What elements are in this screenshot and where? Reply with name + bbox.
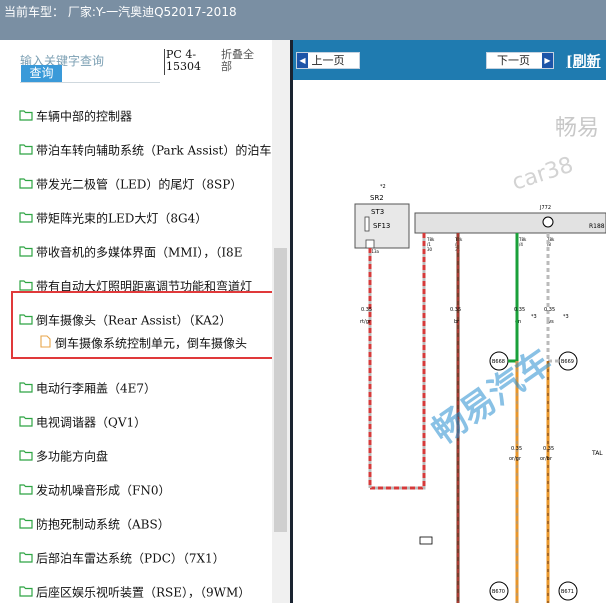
tree-item[interactable]: 带矩阵光束的LED大灯（8G4）: [19, 207, 277, 229]
tree-item-label: 多功能方向盘: [36, 449, 109, 464]
collapse-all-button[interactable]: 折叠全部: [221, 49, 261, 73]
wire-gauge-5: 0.35: [511, 446, 522, 452]
prev-page-label: 上一页: [311, 54, 345, 67]
watermark-1: 畅易: [555, 116, 599, 141]
junction-b670: B670: [492, 589, 505, 595]
tree-item-label: 后座区娱乐视听装置（RSE），（9WM）: [36, 585, 251, 600]
folder-icon: [19, 480, 33, 502]
search-button[interactable]: 查询: [21, 65, 62, 82]
tree-item[interactable]: 带泊车转向辅助系统（Park Assist）的泊车: [19, 139, 277, 161]
prev-page-button[interactable]: ◀ 上一页: [296, 52, 360, 69]
pc-label: PC 4-15304: [166, 48, 201, 73]
pin-b1: 30: [427, 247, 433, 252]
tree-item-label: 车辆中部的控制器: [36, 109, 133, 124]
right-arrow-icon: ▶: [542, 53, 553, 68]
wire-star-b: *3: [563, 314, 569, 320]
tree-item-label: 带矩阵光束的LED大灯（8G4）: [36, 211, 208, 226]
next-page-button[interactable]: 下一页 ▶: [486, 52, 554, 69]
folder-icon: [19, 412, 33, 434]
wire-gauge-2: 0.35: [450, 307, 461, 313]
wire-gauge-4: 0.35: [544, 307, 555, 313]
tree-item-label: 电动行李厢盖（4E7）: [36, 381, 157, 396]
wire-color-6: or/br: [540, 456, 553, 462]
tree-item-label: 带收音机的多媒体界面（MMI），（I8E: [36, 245, 243, 260]
folder-icon: [19, 548, 33, 570]
scrollbar-thumb[interactable]: [274, 248, 287, 532]
tree-item[interactable]: 后部泊车雷达系统（PDC）（7X1）: [19, 547, 277, 569]
tree-item-label: 防抱死制动系统（ABS）: [36, 517, 170, 532]
divider: [164, 49, 165, 75]
tree-item[interactable]: 带收音机的多媒体界面（MMI），（I8E: [19, 241, 277, 263]
tree-item[interactable]: 带发光二极管（LED）的尾灯（8SP）: [19, 173, 277, 195]
wire-gauge-3: 0.35: [514, 307, 525, 313]
tree-item[interactable]: 电动行李厢盖（4E7）: [19, 377, 277, 399]
wire-color-5: or/gr: [509, 456, 522, 462]
folder-icon: [19, 242, 33, 264]
pin-num-3: /4: [519, 242, 523, 247]
junction-b669: B669: [561, 359, 574, 365]
folder-icon: [19, 378, 33, 400]
tree-item-label: 带发光二极管（LED）的尾灯（8SP）: [36, 177, 243, 192]
wiring-diagram: *2 SR2 ST3 SF13 T13a J772 R188 T8k /1 30…: [293, 80, 606, 603]
diagram-label-j772: J772: [539, 205, 551, 211]
diagram-label-sf: SF13: [373, 222, 390, 230]
diagram-label-sr: SR2: [370, 194, 384, 202]
diagram-label-r188: R188: [589, 223, 605, 230]
tree-item-label: 发动机噪音形成（FN0）: [36, 483, 171, 498]
refresh-link[interactable]: [刷新: [566, 51, 601, 71]
tree-item[interactable]: 多功能方向盘: [19, 445, 277, 467]
diagram-label-top: *2: [380, 184, 386, 190]
wire-gauge-1: 0.35: [361, 307, 372, 313]
folder-icon: [19, 208, 33, 230]
folder-icon: [19, 106, 33, 128]
diagram-label-st: ST3: [371, 208, 384, 216]
tree-item[interactable]: 电视调谐器（QV1）: [19, 411, 277, 433]
wire-color-1: rt/gr: [360, 319, 372, 325]
tree-item[interactable]: 防抱死制动系统（ABS）: [19, 513, 277, 535]
tree-item[interactable]: 发动机噪音形成（FN0）: [19, 479, 277, 501]
tree-item-label: 后部泊车雷达系统（PDC）（7X1）: [36, 551, 225, 566]
tree-item-label: 电视调谐器（QV1）: [36, 415, 147, 430]
folder-icon: [19, 446, 33, 468]
folder-icon: [19, 174, 33, 196]
left-arrow-icon: ◀: [297, 53, 308, 68]
next-page-label: 下一页: [497, 54, 530, 67]
wire-star-a: *3: [531, 314, 537, 320]
tree-item[interactable]: 车辆中部的控制器: [19, 105, 277, 127]
left-panel: 输入关键字查询 查询 PC 4-15304 折叠全部 车辆中部的控制器 带泊车转向…: [0, 40, 290, 603]
folder-icon: [19, 140, 33, 162]
tree-item-label: 带泊车转向辅助系统（Park Assist）的泊车: [36, 143, 272, 158]
page-title: 当前车型： 厂家:Y-一汽奥迪Q52017-2018: [4, 5, 237, 19]
title-bar: 当前车型： 厂家:Y-一汽奥迪Q52017-2018: [0, 0, 606, 40]
wire-gauge-6: 0.35: [543, 446, 554, 452]
folder-icon: [19, 514, 33, 536]
selection-highlight: [11, 291, 275, 359]
search-underline: [20, 82, 160, 83]
tree-item[interactable]: 后座区娱乐视听装置（RSE），（9WM）: [19, 581, 277, 603]
folder-icon: [19, 582, 33, 603]
junction-b671: B671: [561, 589, 574, 595]
diagram-label-tal: TAL: [591, 450, 603, 457]
